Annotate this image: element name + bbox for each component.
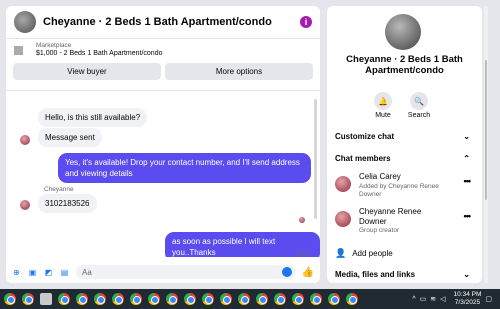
mute-action[interactable]: 🔔 Mute — [365, 92, 401, 119]
clock-date: 7/3/2025 — [454, 299, 481, 306]
member-name: Cheyanne Renee Downer — [359, 207, 422, 226]
chat-header: Cheyanne · 2 Beds 1 Bath Apartment/condo… — [6, 6, 320, 39]
chrome-icon[interactable] — [256, 293, 268, 305]
sticker-icon[interactable]: ◩ — [44, 268, 53, 277]
member-item[interactable]: Celia Carey Added by Cheyanne Renee Down… — [335, 172, 472, 200]
read-receipt-avatar — [299, 217, 305, 223]
chat-title[interactable]: Cheyanne · 2 Beds 1 Bath Apartment/condo — [43, 16, 300, 28]
chevron-up-icon[interactable]: ⌃ — [463, 154, 470, 163]
add-icon[interactable]: ⊕ — [12, 268, 21, 277]
search-action[interactable]: 🔍 Search — [401, 92, 437, 119]
clock[interactable]: 10:34 PM 7/3/2025 — [454, 291, 482, 307]
add-people-label: Add people — [352, 249, 393, 258]
chrome-icon[interactable] — [328, 293, 340, 305]
chevron-down-icon[interactable]: ⌄ — [463, 270, 470, 279]
marketplace-icon — [14, 46, 23, 55]
chrome-icon[interactable] — [130, 293, 142, 305]
message-input[interactable]: Aa — [76, 265, 296, 279]
chrome-icon[interactable] — [346, 293, 358, 305]
chrome-icon[interactable] — [184, 293, 196, 305]
chrome-icon[interactable] — [202, 293, 214, 305]
chat-details-panel: Cheyanne · 2 Beds 1 Bath Apartment/condo… — [327, 6, 482, 283]
info-icon[interactable]: i — [300, 16, 312, 28]
customize-chat-section[interactable]: Customize chat ⌄ — [335, 132, 470, 141]
media-files-label: Media, files and links — [335, 270, 416, 279]
more-icon[interactable]: ••• — [464, 176, 472, 186]
marketplace-card: Marketplace $1,000 - 2 Beds 1 Bath Apart… — [6, 39, 320, 91]
app-icon[interactable] — [40, 293, 52, 305]
chrome-icon[interactable] — [112, 293, 124, 305]
chat-members-label: Chat members — [335, 154, 391, 163]
chrome-icon[interactable] — [4, 293, 16, 305]
battery-icon[interactable]: ▭ — [420, 295, 427, 303]
message-bubble-incoming: Message sent — [38, 128, 102, 147]
sender-avatar — [20, 135, 30, 145]
listing-avatar-large — [385, 14, 421, 50]
chrome-icon[interactable] — [94, 293, 106, 305]
composer: ⊕ ▣ ◩ ▤ Aa 👍 — [6, 261, 320, 283]
sent-status: Sent — [296, 250, 310, 257]
chrome-icon[interactable] — [220, 293, 232, 305]
system-tray: ^ ▭ ≋ ◁ 10:34 PM 7/3/2025 ▢ — [412, 289, 496, 309]
chat-scrollbar[interactable] — [314, 99, 317, 219]
bell-icon[interactable]: 🔔 — [374, 92, 392, 110]
chrome-icon[interactable] — [310, 293, 322, 305]
message-bubble-outgoing: Yes, it's available! Drop your contact n… — [58, 153, 311, 183]
chrome-icon[interactable] — [58, 293, 70, 305]
panel-title: Cheyanne · 2 Beds 1 Bath Apartment/condo — [346, 54, 463, 76]
marketplace-label: Marketplace — [36, 42, 72, 49]
chevron-down-icon[interactable]: ⌄ — [463, 132, 470, 141]
chat-window: Cheyanne · 2 Beds 1 Bath Apartment/condo… — [6, 6, 320, 283]
chrome-icon[interactable] — [274, 293, 286, 305]
photo-icon[interactable]: ▣ — [28, 268, 37, 277]
notification-icon[interactable]: ▢ — [485, 295, 492, 303]
wifi-icon[interactable]: ≋ — [430, 295, 436, 303]
mute-label: Mute — [375, 112, 391, 119]
message-list[interactable]: Hello, is this still available? Message … — [6, 93, 320, 257]
listing-buttons: View buyer More options — [13, 63, 313, 80]
member-avatar — [335, 176, 351, 192]
emoji-icon[interactable] — [281, 267, 292, 277]
search-icon[interactable]: 🔍 — [410, 92, 428, 110]
member-item[interactable]: Cheyanne Renee Downer Group creator ••• — [335, 207, 472, 235]
more-options-button[interactable]: More options — [165, 63, 313, 80]
clock-time: 10:34 PM — [453, 291, 482, 298]
message-bubble-incoming: 3102183526 — [38, 194, 97, 213]
add-person-icon: 👤 — [335, 248, 347, 258]
taskbar: ^ ▭ ≋ ◁ 10:34 PM 7/3/2025 ▢ — [0, 289, 500, 309]
message-input-placeholder: Aa — [82, 267, 92, 277]
sender-avatar — [20, 200, 30, 210]
chrome-icon[interactable] — [76, 293, 88, 305]
chevron-up-icon[interactable]: ^ — [412, 296, 415, 303]
volume-icon[interactable]: ◁ — [440, 295, 445, 303]
search-label: Search — [407, 112, 431, 119]
chat-members-section[interactable]: Chat members ⌃ — [335, 154, 470, 163]
listing-avatar[interactable] — [14, 11, 36, 33]
media-files-section[interactable]: Media, files and links ⌄ — [335, 270, 470, 279]
view-buyer-button[interactable]: View buyer — [13, 63, 161, 80]
message-bubble-incoming: Hello, is this still available? — [38, 108, 148, 127]
panel-scrollbar-thumb[interactable] — [485, 60, 487, 200]
member-subtitle: Group creator — [359, 227, 400, 234]
member-subtitle: Added by Cheyanne Renee Downer — [359, 183, 439, 198]
listing-description[interactable]: $1,000 - 2 Beds 1 Bath Apartment/condo — [36, 50, 162, 57]
chrome-icon[interactable] — [166, 293, 178, 305]
add-people-button[interactable]: 👤 Add people — [335, 248, 393, 259]
more-icon[interactable]: ••• — [464, 211, 472, 221]
gif-icon[interactable]: ▤ — [60, 268, 69, 277]
chrome-icon[interactable] — [238, 293, 250, 305]
member-avatar — [335, 211, 351, 227]
sender-name: Cheyanne — [44, 186, 74, 193]
chrome-icon[interactable] — [22, 293, 34, 305]
chrome-icon[interactable] — [148, 293, 160, 305]
thumbs-up-icon[interactable]: 👍 — [302, 267, 314, 278]
chrome-icon[interactable] — [292, 293, 304, 305]
member-name: Celia Carey — [359, 172, 401, 181]
customize-chat-label: Customize chat — [335, 132, 395, 141]
